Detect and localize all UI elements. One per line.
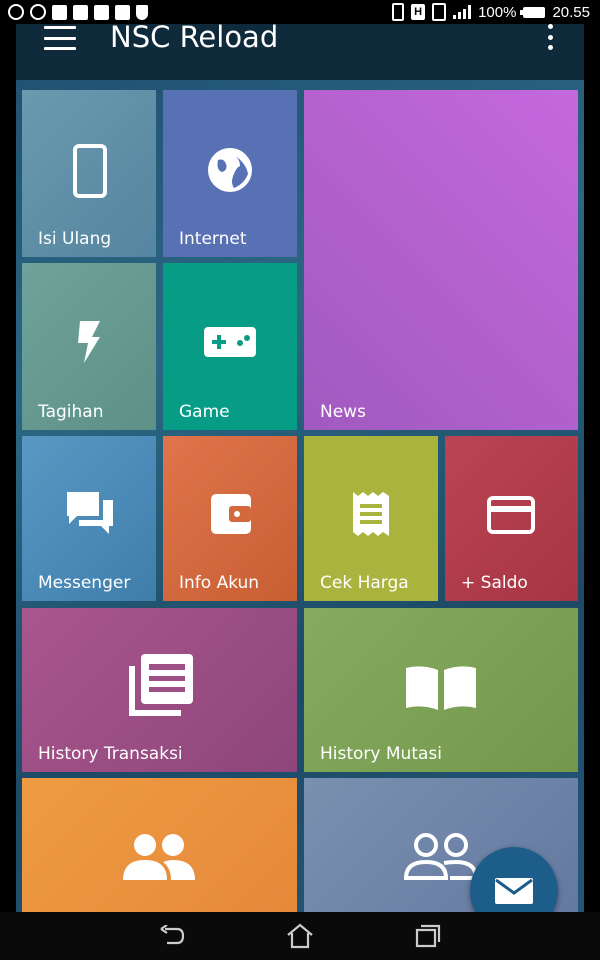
more-vert-icon[interactable] <box>548 24 556 50</box>
tile-messenger[interactable]: Messenger <box>22 436 156 601</box>
tile-label: Info Akun <box>179 573 260 593</box>
h-icon: H <box>411 4 426 20</box>
tile-internet[interactable]: Internet <box>163 90 297 257</box>
facebook-icon <box>73 4 88 20</box>
tile-label: History Transaksi <box>38 744 183 764</box>
app-window: NSC Reload Isi Ulang Internet News Tagih… <box>16 24 584 912</box>
group-outline-icon <box>404 832 478 882</box>
receipt-icon <box>351 490 391 538</box>
home-icon[interactable] <box>280 920 320 952</box>
tile-label: Tagihan <box>38 402 104 422</box>
navigation-bar <box>0 912 600 960</box>
vibrate-icon <box>392 3 405 21</box>
flash-icon <box>76 319 102 365</box>
wallet-icon <box>209 492 253 536</box>
tile-history-transaksi[interactable]: History Transaksi <box>22 608 297 772</box>
tile-history-mutasi[interactable]: History Mutasi <box>304 608 578 772</box>
tile-label: Internet <box>179 229 247 249</box>
signal-icon <box>453 5 472 19</box>
app-title: NSC Reload <box>110 24 279 54</box>
back-icon[interactable] <box>152 920 192 952</box>
tile-cek-harga[interactable]: Cek Harga <box>304 436 438 601</box>
shield-icon <box>136 4 148 20</box>
battery-percent: 100% <box>478 3 517 21</box>
globe-icon <box>206 146 254 194</box>
s-icon <box>30 4 46 20</box>
tile-label: Isi Ulang <box>38 229 112 249</box>
tile-game[interactable]: Game <box>163 263 297 430</box>
credit-card-icon <box>487 496 535 534</box>
mail-icon <box>495 878 533 904</box>
tile-saldo[interactable]: + Saldo <box>445 436 578 601</box>
hamburger-menu-icon[interactable] <box>44 26 76 50</box>
book-open-icon <box>404 664 478 712</box>
smartphone-icon <box>73 144 107 198</box>
facebook-icon <box>94 4 109 20</box>
tile-news[interactable]: News <box>304 90 578 430</box>
tile-isi-ulang[interactable]: Isi Ulang <box>22 90 156 257</box>
tile-label: News <box>320 402 366 422</box>
tile-label: + Saldo <box>461 573 528 593</box>
recents-icon[interactable] <box>408 920 448 952</box>
gallery-icon <box>115 4 130 20</box>
tile-label: Cek Harga <box>320 573 409 593</box>
battery-icon <box>520 6 546 18</box>
facebook-icon <box>52 4 67 20</box>
sync-100-icon <box>8 4 24 20</box>
group-icon <box>123 832 195 882</box>
gamepad-icon <box>204 327 256 357</box>
tile-group[interactable] <box>22 778 297 912</box>
tile-label: Messenger <box>38 573 131 593</box>
app-bar: NSC Reload <box>16 24 584 80</box>
news-list-icon <box>127 652 195 718</box>
system-icons: H 100% 20.55 <box>392 3 590 21</box>
chat-icon <box>65 490 115 536</box>
clock: 20.55 <box>552 3 590 21</box>
notification-icons <box>8 4 148 20</box>
tile-label: Game <box>179 402 230 422</box>
tile-tagihan[interactable]: Tagihan <box>22 263 156 430</box>
tile-info-akun[interactable]: Info Akun <box>163 436 297 601</box>
status-bar: H 100% 20.55 <box>0 0 600 24</box>
sim-icon <box>432 3 447 21</box>
tile-label: History Mutasi <box>320 744 442 764</box>
